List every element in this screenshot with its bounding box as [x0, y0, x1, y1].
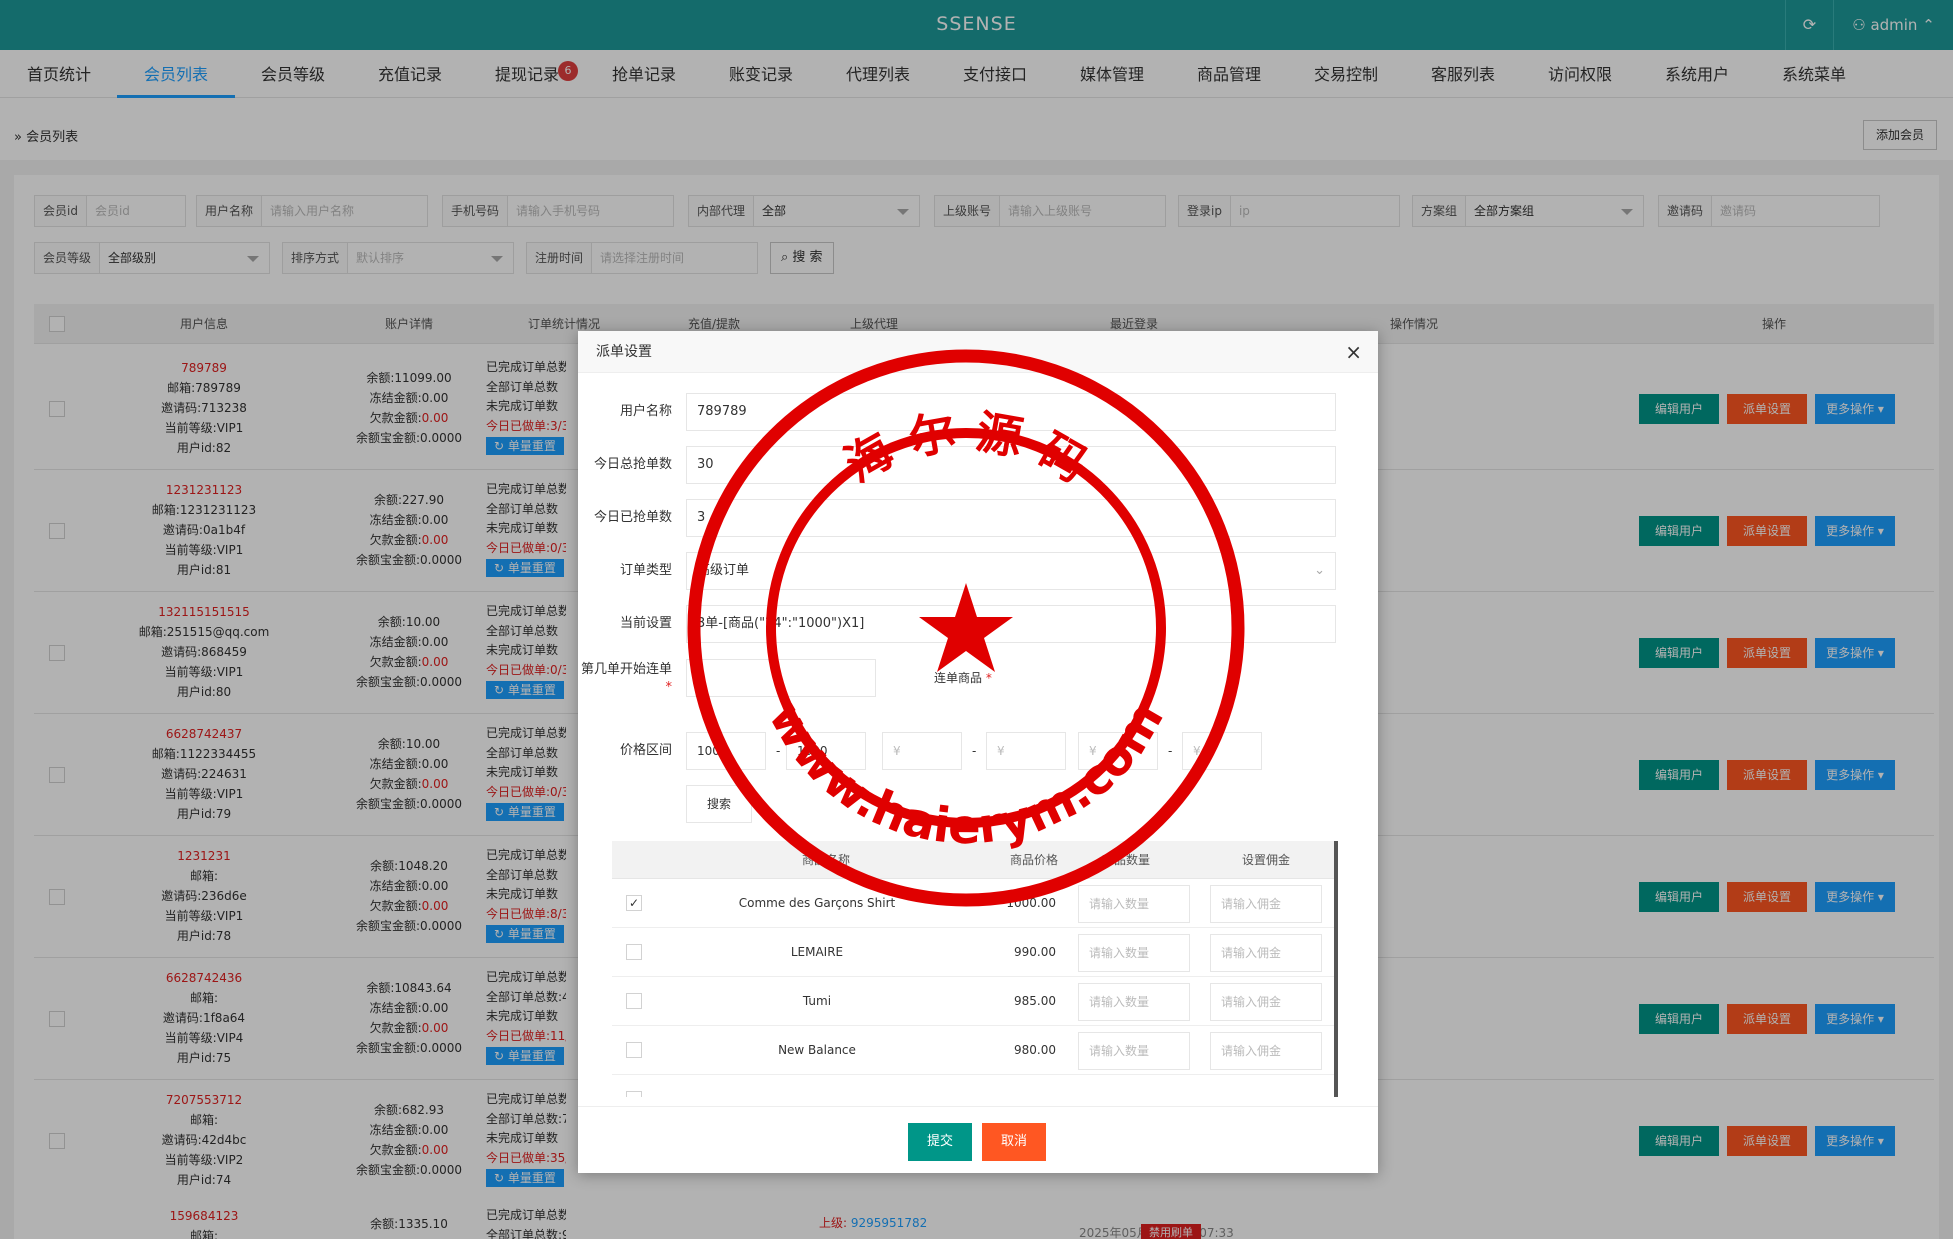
price-max-2[interactable]: ¥ — [986, 732, 1066, 770]
today-total-input[interactable]: 30 — [686, 446, 1336, 484]
row-current: 当前设置 3单-[商品("24":"1000")X1] — [578, 605, 1378, 643]
price-max-1[interactable]: 1000 — [786, 732, 866, 770]
current-setting-input[interactable]: 3单-[商品("24":"1000")X1] — [686, 605, 1336, 643]
goods-row — [612, 1075, 1334, 1097]
dispatch-settings-modal: 派单设置 × 用户名称 789789 今日总抢单数 30 今日已抢单数 3 订单… — [578, 331, 1378, 1173]
goods-row: Tumi 985.00 请输入数量 请输入佣金 — [612, 977, 1334, 1026]
goods-name: Tumi — [802, 994, 832, 1008]
row-today-done: 今日已抢单数 3 — [578, 499, 1378, 537]
gth-commission: 设置佣金 — [1242, 853, 1291, 867]
label-today-done: 今日已抢单数 — [593, 510, 672, 525]
cancel-button[interactable]: 取消 — [982, 1123, 1046, 1161]
order-type-select[interactable]: 高级订单 ⌄ — [686, 552, 1336, 590]
label-current: 当前设置 — [619, 616, 672, 631]
goods-checkbox[interactable] — [626, 944, 642, 960]
row-username: 用户名称 789789 — [578, 393, 1378, 431]
row-today-total: 今日总抢单数 30 — [578, 446, 1378, 484]
modal-title: 派单设置 — [596, 344, 652, 360]
price-min-2[interactable]: ¥ — [882, 732, 962, 770]
goods-row: ✓ Comme des Garçons Shirt 1000.00 请输入数量 请输入佣… — [612, 879, 1334, 928]
row-price-range: 价格区间 100 - 1000 ¥ - ¥ ¥ - ¥ — [578, 732, 1378, 770]
chevron-down-icon: ⌄ — [1314, 563, 1325, 578]
combo-start-input[interactable]: 4 — [686, 659, 876, 697]
goods-commission-input[interactable]: 请输入佣金 — [1210, 934, 1322, 972]
close-icon[interactable]: × — [1345, 331, 1362, 373]
goods-search-button[interactable]: 搜索 — [686, 785, 752, 823]
goods-price: 990.00 — [1014, 945, 1056, 959]
goods-checkbox[interactable] — [626, 993, 642, 1009]
price-min-1[interactable]: 100 — [686, 732, 766, 770]
goods-checkbox[interactable] — [626, 1091, 642, 1097]
modal-header: 派单设置 × — [578, 331, 1378, 373]
goods-row: LEMAIRE 990.00 请输入数量 请输入佣金 — [612, 928, 1334, 977]
goods-qty-input[interactable]: 请输入数量 — [1078, 885, 1190, 923]
submit-button[interactable]: 提交 — [908, 1123, 972, 1161]
label-price: 价格区间 — [619, 743, 672, 758]
dash: - — [1168, 744, 1173, 758]
goods-price: 985.00 — [1014, 994, 1056, 1008]
price-max-3[interactable]: ¥ — [1182, 732, 1262, 770]
goods-price: 1000.00 — [1006, 896, 1056, 910]
label-username: 用户名称 — [619, 404, 672, 419]
label-combo-goods: 连单商品 * — [934, 671, 992, 685]
goods-table: 商品名称 商品价格 商品数量 设置佣金 ✓ Comme des Garçons S… — [612, 841, 1338, 1097]
goods-name: LEMAIRE — [790, 945, 844, 959]
price-min-3[interactable]: ¥ — [1078, 732, 1158, 770]
goods-price: 980.00 — [1014, 1043, 1056, 1057]
today-done-input[interactable]: 3 — [686, 499, 1336, 537]
dash: - — [972, 744, 977, 758]
goods-table-header: 商品名称 商品价格 商品数量 设置佣金 — [612, 841, 1334, 879]
modal-footer: 提交 取消 — [578, 1106, 1378, 1173]
goods-name: Comme des Garçons Shirt — [738, 896, 896, 910]
row-combo: 第几单开始连单* 4 连单商品 * — [578, 659, 1378, 697]
goods-qty-input[interactable]: 请输入数量 — [1078, 983, 1190, 1021]
label-combo-start: 第几单开始连单* — [580, 662, 672, 695]
row-order-type: 订单类型 高级订单 ⌄ — [578, 552, 1378, 590]
goods-row: New Balance 980.00 请输入数量 请输入佣金 — [612, 1026, 1334, 1075]
gth-qty: 商品数量 — [1102, 853, 1151, 867]
username-input[interactable]: 789789 — [686, 393, 1336, 431]
goods-commission-input[interactable]: 请输入佣金 — [1210, 885, 1322, 923]
goods-commission-input[interactable]: 请输入佣金 — [1210, 983, 1322, 1021]
goods-name: New Balance — [778, 1043, 856, 1057]
goods-qty-input[interactable]: 请输入数量 — [1078, 1032, 1190, 1070]
label-order-type: 订单类型 — [619, 563, 672, 578]
gth-price: 商品价格 — [1010, 853, 1059, 867]
goods-checkbox[interactable]: ✓ — [626, 895, 642, 911]
goods-qty-input[interactable]: 请输入数量 — [1078, 934, 1190, 972]
gth-name: 商品名称 — [802, 853, 851, 867]
label-today-total: 今日总抢单数 — [593, 457, 672, 472]
goods-checkbox[interactable] — [626, 1042, 642, 1058]
goods-commission-input[interactable]: 请输入佣金 — [1210, 1032, 1322, 1070]
dash: - — [776, 744, 781, 758]
